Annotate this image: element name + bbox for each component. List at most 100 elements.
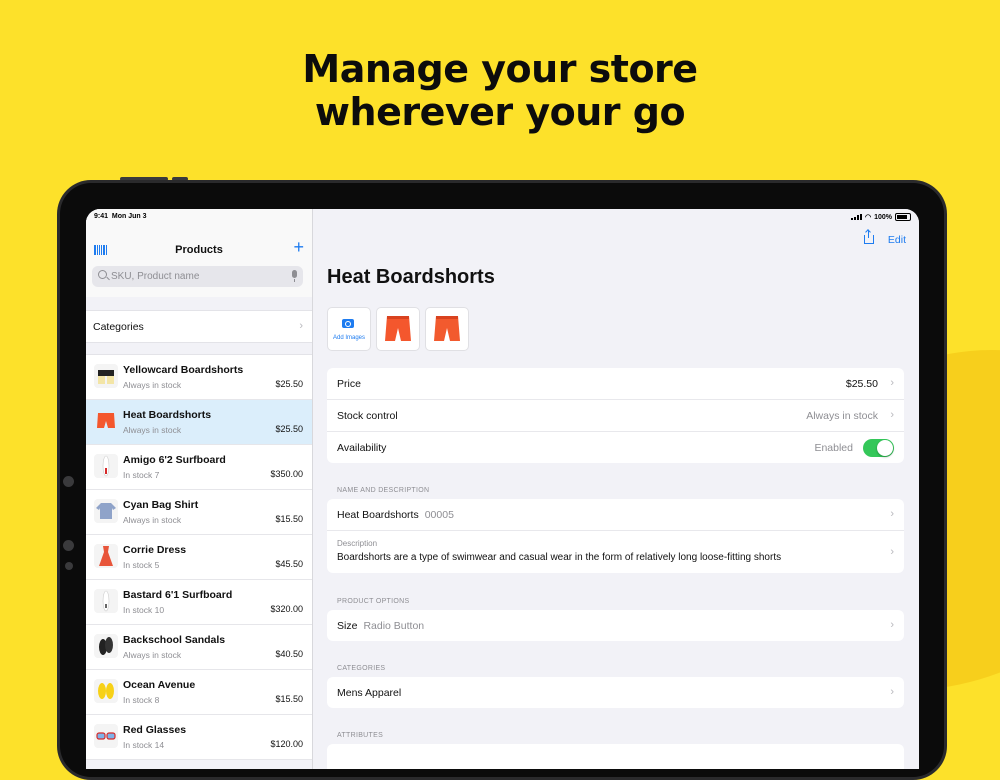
product-price: $15.50 [275,694,303,704]
price-value: $25.50 [845,378,878,390]
chevron-right-icon: › [890,508,894,520]
categories-label: Categories [93,321,144,333]
product-name: Corrie Dress [123,544,187,556]
product-name: Red Glasses [123,724,187,736]
product-thumbnail [94,409,118,433]
availability-label: Availability [337,442,387,454]
price-row[interactable]: Price $25.50 › [327,368,904,400]
section-header: ATTRIBUTES [337,732,384,739]
chevron-right-icon: › [890,377,894,389]
search-icon [98,270,107,279]
add-images-button[interactable]: Add Images [327,307,371,351]
share-icon[interactable] [864,230,874,244]
stock-control-row[interactable]: Stock control Always in stock › [327,400,904,432]
status-right: ◠ 100% [850,213,911,221]
product-detail: Edit Heat Boardshorts Add Images Price $… [313,209,919,769]
wifi-icon: ◠ [864,214,872,221]
section-header: PRODUCT OPTIONS [337,598,410,605]
attributes-card [327,744,904,769]
pricing-card: Price $25.50 › Stock control Always in s… [327,368,904,463]
name-field: Heat Boardshorts 00005 [337,509,454,521]
product-row[interactable]: Cyan Bag Shirt Always in stock $15.50 [86,490,312,535]
availability-value: Enabled [814,442,853,454]
mic-icon[interactable] [292,270,297,282]
size-row[interactable]: Size Radio Button › [327,610,904,641]
side-dot [63,476,74,487]
product-image[interactable] [425,307,469,351]
product-name: Ocean Avenue [123,679,196,691]
product-stock: Always in stock [123,380,182,390]
product-row[interactable]: Amigo 6'2 Surfboard In stock 7 $350.00 [86,445,312,490]
product-stock: In stock 8 [123,695,160,705]
camera-icon [342,319,354,328]
product-price: $350.00 [270,469,303,479]
side-dot [63,540,74,551]
category-row[interactable]: Mens Apparel › [327,677,904,708]
product-name: Heat Boardshorts [123,409,212,421]
availability-toggle[interactable] [863,439,894,457]
product-row-selected[interactable]: Heat Boardshorts Always in stock $25.50 [86,400,312,445]
sidebar: Products + SKU, Product name Categories … [86,209,313,769]
product-price: $25.50 [275,379,303,389]
product-price: $320.00 [270,604,303,614]
headline-line-1: Manage your store [302,47,698,91]
product-thumbnail [94,724,118,748]
product-price: $40.50 [275,649,303,659]
price-label: Price [337,378,361,390]
product-list: Yellowcard Boardshorts Always in stock $… [86,354,312,760]
product-row[interactable]: Red Glasses In stock 14 $120.00 [86,715,312,760]
product-stock: Always in stock [123,650,182,660]
product-row[interactable]: Ocean Avenue In stock 8 $15.50 [86,670,312,715]
product-thumbnail [94,589,118,613]
product-thumbnail [94,499,118,523]
sku-value: 00005 [424,509,454,521]
product-row[interactable]: Backschool Sandals Always in stock $40.5… [86,625,312,670]
product-stock: In stock 7 [123,470,160,480]
search-placeholder: SKU, Product name [111,271,200,282]
plus-icon[interactable]: + [293,238,304,256]
product-row[interactable]: Bastard 6'1 Surfboard In stock 10 $320.0… [86,580,312,625]
section-header: NAME AND DESCRIPTION [337,487,430,494]
product-stock: In stock 5 [123,560,160,570]
search-input[interactable]: SKU, Product name [92,266,303,287]
product-row[interactable]: Yellowcard Boardshorts Always in stock $… [86,355,312,400]
product-name: Backschool Sandals [123,634,226,646]
product-thumbnail [94,364,118,388]
product-thumbnail [94,544,118,568]
headline-line-2: wherever your go [314,90,686,134]
stock-control-value: Always in stock [806,410,878,422]
product-stock: Always in stock [123,425,182,435]
availability-row: Availability Enabled [327,432,904,463]
product-price: $120.00 [270,739,303,749]
chevron-right-icon: › [890,686,894,698]
name-row[interactable]: Heat Boardshorts 00005 › [327,499,904,531]
description-row[interactable]: Description Boardshorts are a type of sw… [327,531,904,573]
size-field: Size Radio Button [337,620,425,632]
product-row[interactable]: Corrie Dress In stock 5 $45.50 [86,535,312,580]
chevron-right-icon: › [299,320,303,332]
product-name: Bastard 6'1 Surfboard [123,589,233,601]
name-description-card: Heat Boardshorts 00005 › Description Boar… [327,499,904,573]
product-name: Amigo 6'2 Surfboard [123,454,226,466]
categories-card: Mens Apparel › [327,677,904,708]
section-header: CATEGORIES [337,665,386,672]
product-price: $15.50 [275,514,303,524]
product-price: $45.50 [275,559,303,569]
chevron-right-icon: › [890,546,894,558]
battery-percent: 100% [874,213,892,221]
chevron-right-icon: › [890,619,894,631]
product-stock: Always in stock [123,515,182,525]
description-text: Boardshorts are a type of swimwear and c… [337,552,782,563]
product-options-card: Size Radio Button › [327,610,904,641]
category-value: Mens Apparel [337,687,402,699]
product-price: $25.50 [275,424,303,434]
description-label: Description [337,539,378,548]
chevron-right-icon: › [890,409,894,421]
edit-button[interactable]: Edit [888,234,906,246]
product-image[interactable] [376,307,420,351]
categories-row[interactable]: Categories › [86,310,312,343]
product-name: Yellowcard Boardshorts [123,364,244,376]
tablet-screen: 9:41 Mon Jun 3 ◠ 100% Products + SKU, Pr… [86,209,919,769]
product-name: Cyan Bag Shirt [123,499,199,511]
product-stock: In stock 10 [123,605,165,615]
